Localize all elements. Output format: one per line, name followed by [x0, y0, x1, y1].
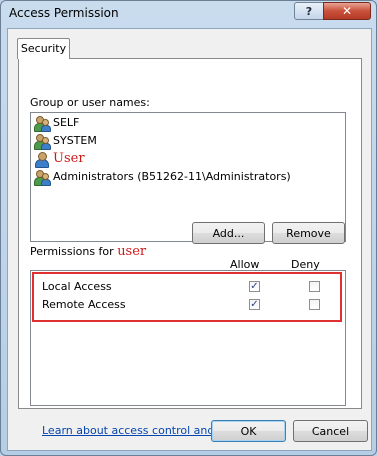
user-name: SYSTEM — [53, 134, 97, 147]
help-button[interactable]: ? — [294, 2, 324, 20]
user-name: Administrators (B51262-11\Administrators… — [53, 170, 291, 183]
group-icon — [34, 115, 51, 132]
close-button[interactable]: ✕ — [323, 2, 371, 20]
dialog-window: Access Permission ? ✕ Security Group or … — [0, 0, 377, 456]
add-button[interactable]: Add... — [192, 222, 265, 244]
check-mark-icon: ✓ — [250, 281, 259, 292]
list-item-administrators[interactable]: Administrators (B51262-11\Administrators… — [34, 168, 291, 186]
user-name: SELF — [53, 116, 80, 129]
user-name: User — [53, 151, 85, 166]
group-icon — [34, 169, 51, 186]
list-item-user[interactable]: User — [34, 150, 85, 168]
user-icon — [34, 151, 50, 168]
local-access-deny-checkbox[interactable] — [309, 281, 320, 292]
permissions-for-text: Permissions for — [30, 245, 114, 258]
list-item-self[interactable]: SELF — [34, 114, 80, 132]
tab-security[interactable]: Security — [17, 38, 70, 59]
title-bar[interactable]: Access Permission ? ✕ — [1, 1, 376, 27]
check-mark-icon: ✓ — [250, 299, 259, 310]
dialog-title: Access Permission — [9, 6, 119, 20]
cancel-button[interactable]: Cancel — [293, 420, 368, 442]
ok-button[interactable]: OK — [211, 420, 286, 442]
permission-label-local-access: Local Access — [42, 280, 112, 293]
permissions-list: Local Access ✓ Remote Access ✓ — [30, 270, 346, 406]
list-item-system[interactable]: SYSTEM — [34, 132, 97, 150]
dialog-client-area: Security Group or user names: SELF SYSTE… — [7, 28, 372, 451]
security-tab-panel: Group or user names: SELF SYSTEM User Ad… — [18, 58, 362, 437]
permissions-label: Permissions for user — [30, 244, 146, 259]
local-access-allow-checkbox[interactable]: ✓ — [249, 281, 260, 292]
group-names-label: Group or user names: — [30, 96, 150, 109]
permissions-target: user — [117, 244, 147, 259]
remote-access-deny-checkbox[interactable] — [309, 299, 320, 310]
permission-label-remote-access: Remote Access — [42, 298, 126, 311]
remove-button[interactable]: Remove — [272, 222, 345, 244]
remote-access-allow-checkbox[interactable]: ✓ — [249, 299, 260, 310]
group-icon — [34, 133, 51, 150]
